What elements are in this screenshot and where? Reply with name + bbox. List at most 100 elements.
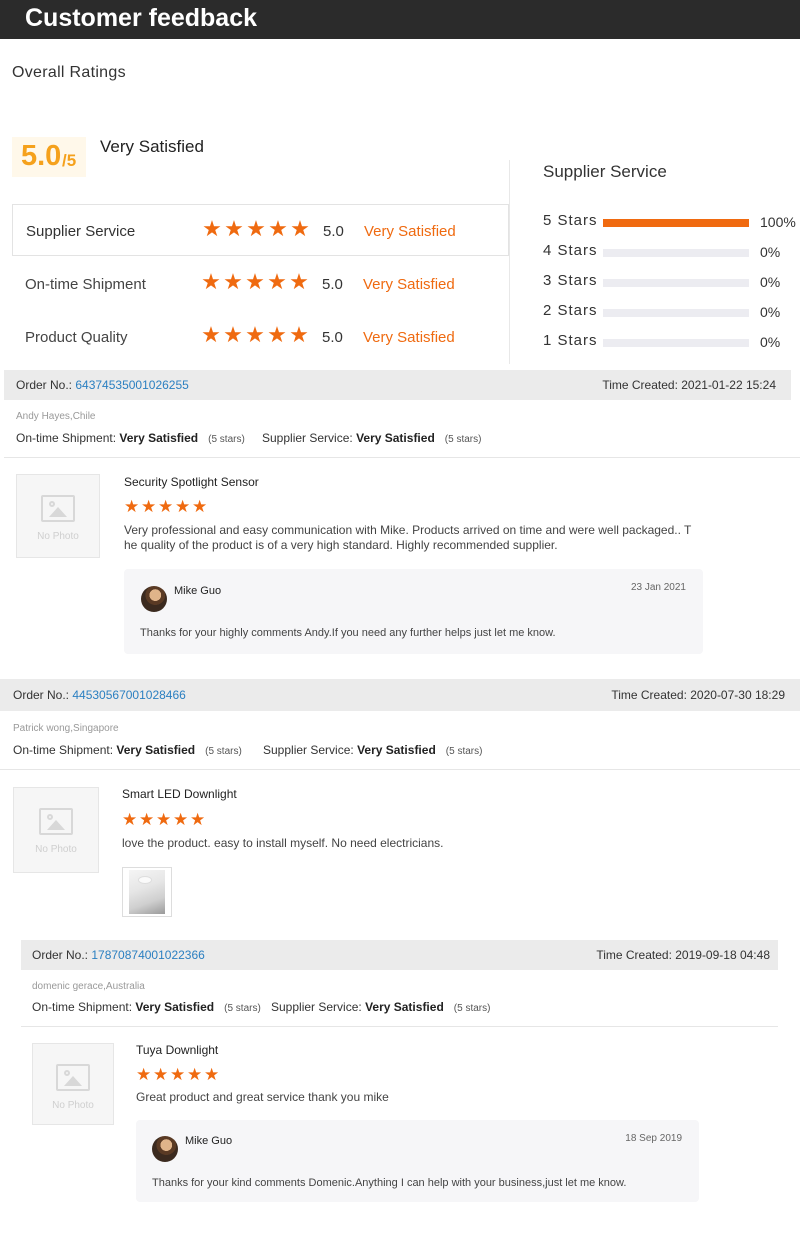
order-number-label: Order No.: <box>16 378 73 392</box>
summary-stars: (5 stars) <box>445 746 483 757</box>
summary-label: On-time Shipment: <box>16 431 117 445</box>
rating-score: 5.0 <box>322 276 343 293</box>
no-photo-label: No Photo <box>35 844 77 855</box>
rating-score: 5.0 <box>322 329 343 346</box>
rating-label: On-time Shipment <box>25 276 146 293</box>
order-number-label: Order No.: <box>32 948 89 962</box>
overall-score-text: Very Satisfied <box>100 137 204 156</box>
no-photo-label: No Photo <box>52 1100 94 1111</box>
star-icon: ★ <box>267 269 287 294</box>
review-stars: ★ ★ ★ ★ ★ <box>124 497 207 516</box>
star-icon: ★ <box>223 269 243 294</box>
distribution-bar-fill <box>603 219 749 227</box>
summary-value: Very Satisfied <box>357 743 436 757</box>
avatar <box>141 586 167 612</box>
star-icon: ★ <box>204 1065 220 1084</box>
star-icon: ★ <box>202 216 222 241</box>
summary-stars: (5 stars) <box>208 434 245 445</box>
distribution-bar <box>603 279 749 287</box>
rating-row-supplier-service[interactable]: Supplier Service ★ ★ ★ ★ ★ 5.0 Very Satisfie… <box>12 204 509 256</box>
reply-text: Thanks for your kind comments Domenic.An… <box>152 1177 627 1189</box>
review-photo-thumbnail[interactable] <box>122 867 172 917</box>
product-image-placeholder[interactable]: No Photo <box>32 1043 114 1125</box>
order-number: Order No.: 64374535001026255 <box>16 378 189 392</box>
star-icon: ★ <box>245 269 265 294</box>
distribution-row-2: 2 Stars 0% <box>543 302 800 322</box>
service-summary: Supplier Service: Very Satisfied (5 star… <box>263 743 482 757</box>
order-number-link[interactable]: 44530567001028466 <box>72 688 185 702</box>
distribution-bar <box>603 249 749 257</box>
review-comment-line: he quality of the product is of a very h… <box>124 538 558 552</box>
order-number: Order No.: 44530567001028466 <box>13 688 186 702</box>
star-icon: ★ <box>122 810 138 829</box>
rating-breakdown: Supplier Service ★ ★ ★ ★ ★ 5.0 Very Satisfie… <box>12 204 509 364</box>
reply-date: 23 Jan 2021 <box>630 582 686 593</box>
product-image-placeholder[interactable]: No Photo <box>16 474 100 558</box>
product-image-placeholder[interactable]: No Photo <box>13 787 99 873</box>
star-rating: ★ ★ ★ ★ ★ <box>201 269 309 294</box>
rating-label: Product Quality <box>25 329 128 346</box>
order-header: Order No.: 17870874001022366 Time Create… <box>21 940 778 970</box>
reply-text: Thanks for your highly comments Andy.If … <box>140 627 556 639</box>
star-icon: ★ <box>289 269 309 294</box>
overall-score: 5.0 <box>21 140 62 172</box>
product-name[interactable]: Smart LED Downlight <box>122 787 237 801</box>
summary-stars: (5 stars) <box>444 434 482 445</box>
summary-label: Supplier Service: <box>271 1000 362 1014</box>
distribution-percent: 0% <box>760 304 781 320</box>
summary-value: Very Satisfied <box>135 1000 215 1014</box>
star-icon: ★ <box>190 810 206 829</box>
no-photo-label: No Photo <box>37 531 79 542</box>
star-icon: ★ <box>224 216 244 241</box>
review-stars: ★ ★ ★ ★ ★ <box>136 1065 220 1084</box>
summary-value: Very Satisfied <box>119 431 199 445</box>
star-icon: ★ <box>223 322 243 347</box>
star-icon: ★ <box>175 497 191 516</box>
rating-text: Very Satisfied <box>363 276 455 293</box>
divider <box>21 1026 778 1027</box>
distribution-row-4: 4 Stars 0% <box>543 242 800 262</box>
divider <box>4 457 800 458</box>
supplier-reply: Mike Guo 18 Sep 2019 Thanks for your kin… <box>136 1120 699 1202</box>
summary-stars: (5 stars) <box>224 1003 261 1014</box>
star-icon: ★ <box>201 322 221 347</box>
summary-value: Very Satisfied <box>356 431 435 445</box>
buyer-name: Patrick wong,Singapore <box>13 723 119 734</box>
rating-row-product-quality[interactable]: Product Quality ★ ★ ★ ★ ★ 5.0 Very Satisfied <box>12 311 509 363</box>
star-icon: ★ <box>141 497 157 516</box>
avatar <box>152 1136 178 1162</box>
summary-value: Very Satisfied <box>365 1000 444 1014</box>
product-name[interactable]: Tuya Downlight <box>136 1043 218 1057</box>
distribution-label: 1 Stars <box>543 332 598 349</box>
order-number-link[interactable]: 64374535001026255 <box>75 378 188 392</box>
summary-stars: (5 stars) <box>205 746 242 757</box>
star-icon: ★ <box>139 810 155 829</box>
rating-score: 5.0 <box>323 223 344 240</box>
summary-label: On-time Shipment: <box>32 1000 133 1014</box>
review-comment-line: love the product. easy to install myself… <box>122 836 444 850</box>
order-header: Order No.: 44530567001028466 Time Create… <box>0 679 800 711</box>
star-icon: ★ <box>268 216 288 241</box>
distribution-percent: 0% <box>760 274 781 290</box>
buyer-name: Andy Hayes,Chile <box>16 411 96 422</box>
order-header: Order No.: 64374535001026255 Time Create… <box>4 370 791 400</box>
star-icon: ★ <box>170 1065 186 1084</box>
time-created: Time Created: 2019-09-18 04:48 <box>596 948 770 962</box>
star-icon: ★ <box>136 1065 152 1084</box>
rating-text: Very Satisfied <box>364 223 456 240</box>
rating-label: Supplier Service <box>26 223 136 240</box>
service-summary: Supplier Service: Very Satisfied (5 star… <box>271 1000 490 1014</box>
overall-ratings-title: Overall Ratings <box>12 64 126 81</box>
page-title: Customer feedback <box>25 4 258 32</box>
shipment-summary: On-time Shipment: Very Satisfied (5 star… <box>16 431 245 445</box>
order-number-label: Order No.: <box>13 688 70 702</box>
distribution-bar <box>603 309 749 317</box>
star-icon: ★ <box>246 216 266 241</box>
star-icon: ★ <box>173 810 189 829</box>
distribution-percent: 0% <box>760 244 781 260</box>
rating-row-on-time-shipment[interactable]: On-time Shipment ★ ★ ★ ★ ★ 5.0 Very Satisfie… <box>12 258 509 310</box>
star-rating: ★ ★ ★ ★ ★ <box>201 322 309 347</box>
supplier-reply: Mike Guo 23 Jan 2021 Thanks for your hig… <box>124 569 703 654</box>
product-name[interactable]: Security Spotlight Sensor <box>124 475 259 489</box>
order-number-link[interactable]: 17870874001022366 <box>91 948 204 962</box>
